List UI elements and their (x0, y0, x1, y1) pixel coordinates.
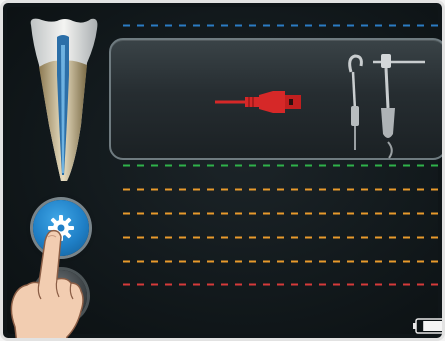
usb-plug-icon (215, 91, 301, 113)
apex-scale-line (123, 283, 442, 286)
apex-scale-line (123, 164, 442, 167)
connection-status-panel (109, 38, 442, 160)
apex-locator-screen (7, 7, 442, 338)
device-frame (0, 0, 445, 341)
apex-scale-line (123, 188, 442, 191)
hand-pointer-icon (10, 229, 84, 338)
apex-scale-line (123, 212, 442, 215)
tooth-icon (30, 18, 98, 181)
probe-holder-icon (373, 54, 425, 159)
apex-scale-line (123, 236, 442, 239)
apex-scale-line (123, 24, 442, 27)
battery-icon (413, 318, 442, 334)
apex-scale-line (123, 260, 442, 263)
